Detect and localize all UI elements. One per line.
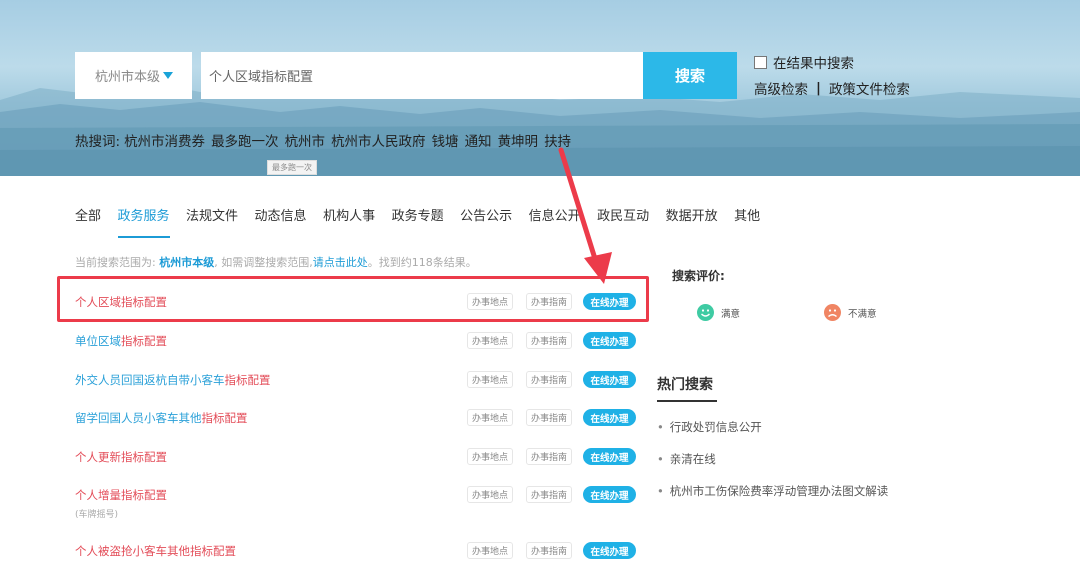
link-separator: |: [816, 80, 821, 96]
smile-face-icon: [697, 304, 714, 321]
hot-term[interactable]: 最多跑一次: [211, 130, 279, 150]
result-item: 个人更新指标配置 办事地点 办事指南 在线办理: [75, 447, 640, 467]
scope-region: 杭州市本级: [159, 256, 215, 269]
hot-term[interactable]: 杭州市: [285, 130, 326, 150]
result-subtitle: (车牌摇号): [75, 510, 119, 520]
policy-search-link[interactable]: 政策文件检索: [829, 78, 910, 98]
tab-government-services[interactable]: 政务服务: [117, 205, 170, 238]
unsatisfied-label: 不满意: [848, 308, 877, 320]
location-button[interactable]: 办事地点: [467, 371, 513, 388]
bullet-icon: •: [657, 452, 664, 466]
result-title[interactable]: 外交人员回国返杭自带小客车指标配置: [75, 372, 271, 388]
sad-face-icon: [824, 304, 841, 321]
result-title[interactable]: 个人更新指标配置: [75, 449, 167, 465]
tab-topics[interactable]: 政务专题: [392, 205, 444, 238]
hot-term[interactable]: 杭州市人民政府: [331, 130, 426, 150]
scope-suffix: 。找到约118条结果。: [367, 256, 477, 269]
tab-regulations[interactable]: 法规文件: [186, 205, 238, 238]
guide-button[interactable]: 办事指南: [526, 332, 572, 349]
online-handle-button[interactable]: 在线办理: [583, 371, 636, 388]
result-item: 个人被盗抢小客车其他指标配置 办事地点 办事指南 在线办理: [75, 541, 640, 561]
result-item: 单位区域指标配置 办事地点 办事指南 在线办理: [75, 331, 640, 351]
online-handle-button[interactable]: 在线办理: [583, 332, 636, 349]
result-title[interactable]: 个人增量指标配置: [75, 487, 167, 503]
scope-change-link[interactable]: 请点击此处: [313, 256, 368, 269]
result-title[interactable]: 单位区域指标配置: [75, 333, 167, 349]
tab-open-data[interactable]: 数据开放: [666, 205, 718, 238]
bullet-icon: •: [657, 484, 664, 498]
result-item: 个人增量指标配置 (车牌摇号) 办事地点 办事指南 在线办理: [75, 485, 640, 520]
scope-mid: , 如需调整搜索范围,: [214, 256, 313, 269]
hot-term[interactable]: 黄坤明: [498, 130, 539, 150]
hot-term[interactable]: 通知: [465, 130, 492, 150]
hot-search-underline: [657, 400, 717, 402]
highlight-annotation-box: [57, 276, 649, 322]
hot-term[interactable]: 杭州市消费券: [124, 130, 205, 150]
online-handle-button[interactable]: 在线办理: [583, 448, 636, 465]
tab-announcements[interactable]: 公告公示: [460, 205, 512, 238]
result-item: 留学回国人员小客车其他指标配置 办事地点 办事指南 在线办理: [75, 408, 640, 428]
scope-prefix: 当前搜索范围为:: [75, 256, 156, 269]
location-button[interactable]: 办事地点: [467, 542, 513, 559]
guide-button[interactable]: 办事指南: [526, 542, 572, 559]
unsatisfied-option[interactable]: 不满意: [824, 304, 877, 321]
search-banner: 杭州市本级 搜索 在结果中搜索 高级检索 | 政策文件检索 热搜词: 杭州市消费…: [0, 0, 1080, 176]
hot-search-item[interactable]: • 杭州市工伤保险费率浮动管理办法图文解读: [657, 483, 888, 499]
tab-other[interactable]: 其他: [734, 205, 760, 238]
online-handle-button[interactable]: 在线办理: [583, 486, 636, 503]
hot-term[interactable]: 扶持: [544, 130, 571, 150]
guide-button[interactable]: 办事指南: [526, 409, 572, 426]
hot-terms: 热搜词: 杭州市消费券 最多跑一次 杭州市 杭州市人民政府 钱塘 通知 黄坤明 …: [75, 130, 577, 150]
location-button[interactable]: 办事地点: [467, 332, 513, 349]
hot-search-item[interactable]: • 亲清在线: [657, 451, 716, 467]
tab-personnel[interactable]: 机构人事: [323, 205, 375, 238]
bullet-icon: •: [657, 420, 664, 434]
search-scope-line: 当前搜索范围为: 杭州市本级, 如需调整搜索范围,请点击此处。找到约118条结果…: [75, 254, 477, 270]
tab-news[interactable]: 动态信息: [255, 205, 307, 238]
guide-button[interactable]: 办事指南: [526, 448, 572, 465]
satisfied-option[interactable]: 满意: [697, 304, 740, 321]
search-in-results-label: 在结果中搜索: [773, 56, 854, 72]
hot-terms-label: 热搜词:: [75, 134, 121, 150]
result-item: 外交人员回国返杭自带小客车指标配置 办事地点 办事指南 在线办理: [75, 370, 640, 390]
evaluation-title: 搜索评价:: [672, 269, 725, 283]
category-tabs: 全部 政务服务 法规文件 动态信息 机构人事 政务专题 公告公示 信息公开 政民…: [75, 205, 777, 238]
advanced-links: 高级检索 | 政策文件检索: [754, 78, 910, 98]
online-handle-button[interactable]: 在线办理: [583, 542, 636, 559]
location-button[interactable]: 办事地点: [467, 486, 513, 503]
search-button[interactable]: 搜索: [643, 52, 737, 99]
hot-term[interactable]: 钱塘: [432, 130, 459, 150]
tab-public-interaction[interactable]: 政民互动: [597, 205, 649, 238]
location-button[interactable]: 办事地点: [467, 448, 513, 465]
result-title[interactable]: 留学回国人员小客车其他指标配置: [75, 410, 248, 426]
region-select[interactable]: 杭州市本级: [75, 52, 192, 99]
hover-tooltip: 最多跑一次: [267, 160, 317, 175]
hot-search-item[interactable]: • 行政处罚信息公开: [657, 419, 762, 435]
satisfied-label: 满意: [721, 308, 741, 320]
search-in-results-checkbox[interactable]: 在结果中搜索: [754, 52, 854, 72]
hot-search-title: 热门搜索: [657, 377, 713, 393]
result-title[interactable]: 个人被盗抢小客车其他指标配置: [75, 543, 236, 559]
location-button[interactable]: 办事地点: [467, 409, 513, 426]
guide-button[interactable]: 办事指南: [526, 486, 572, 503]
online-handle-button[interactable]: 在线办理: [583, 409, 636, 426]
search-input[interactable]: [201, 52, 643, 99]
advanced-search-link[interactable]: 高级检索: [754, 78, 808, 98]
tab-all[interactable]: 全部: [75, 205, 101, 238]
caret-down-icon: [163, 72, 174, 79]
region-select-value: 杭州市本级: [95, 70, 161, 85]
guide-button[interactable]: 办事指南: [526, 371, 572, 388]
tab-info-disclosure[interactable]: 信息公开: [529, 205, 581, 238]
checkbox-icon: [754, 55, 767, 69]
